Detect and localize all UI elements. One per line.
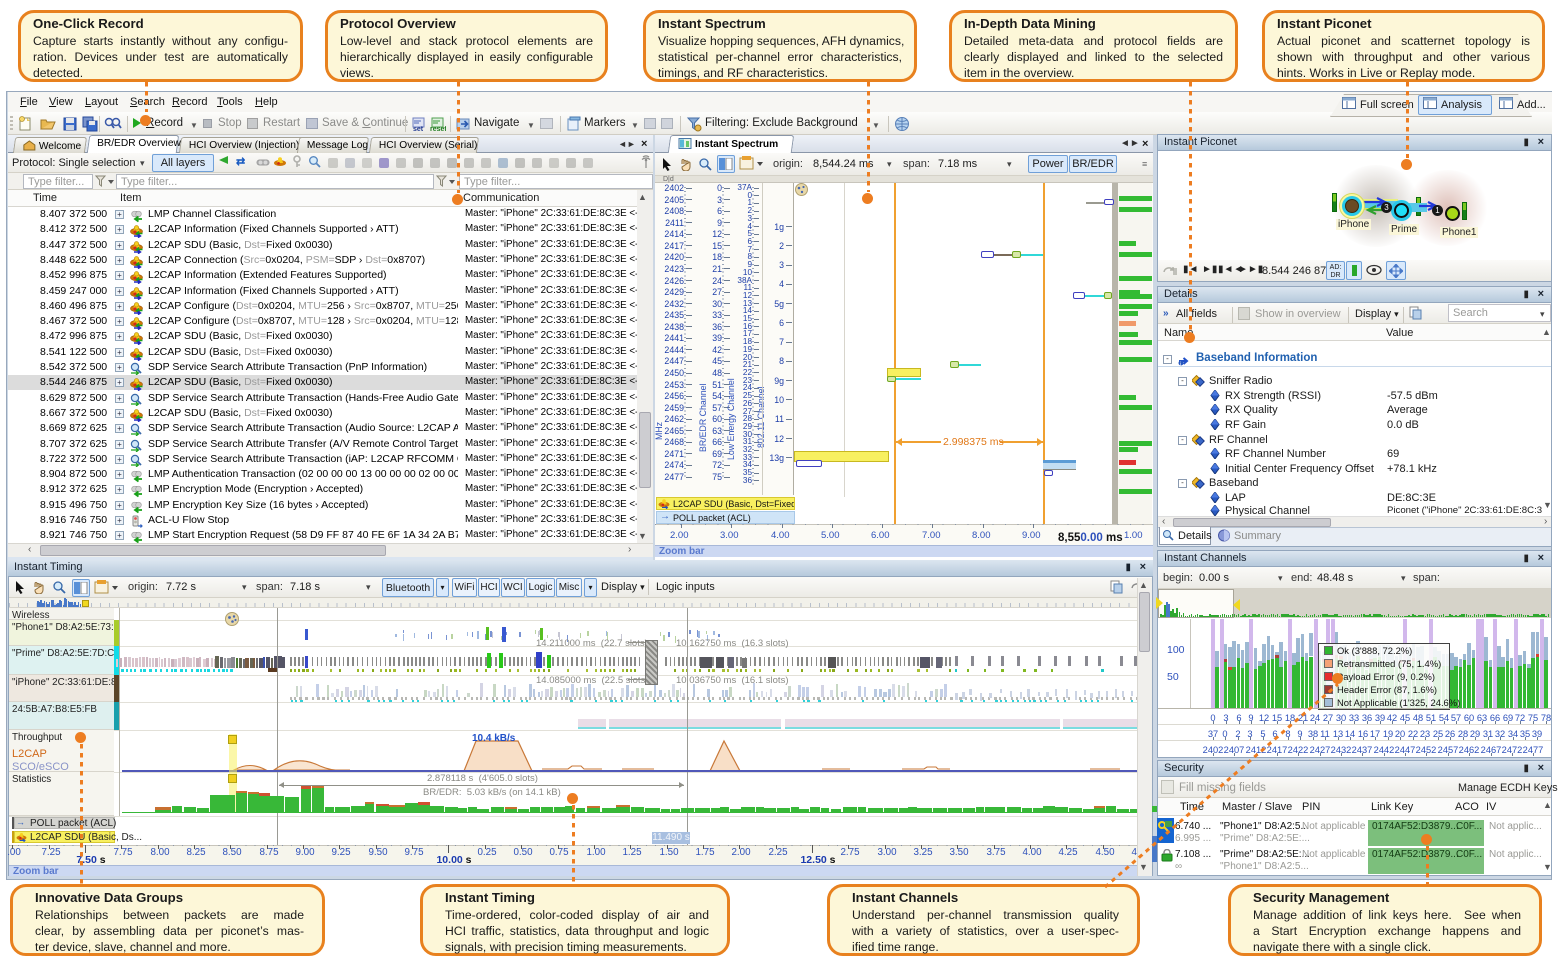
svg-text:reset: reset bbox=[430, 126, 446, 132]
svg-text:set: set bbox=[413, 126, 424, 132]
